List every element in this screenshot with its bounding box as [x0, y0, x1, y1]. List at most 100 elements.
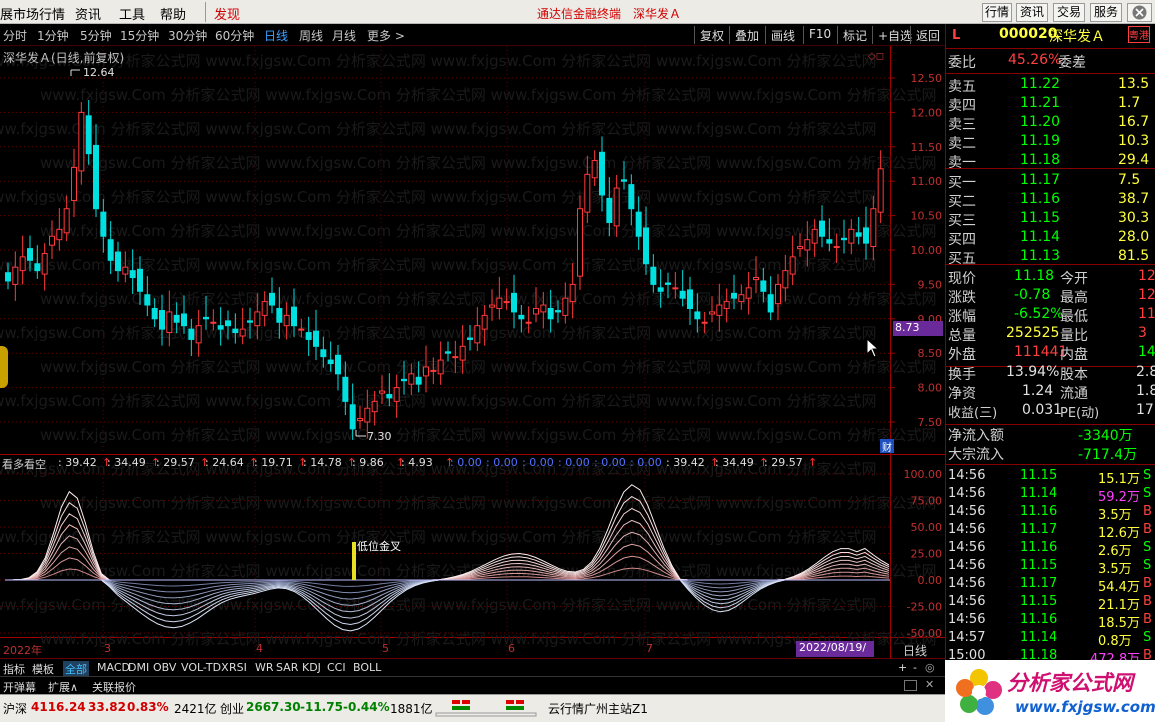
- tab-sar[interactable]: SAR: [276, 661, 298, 674]
- tick-row[interactable]: 14:57 11.14 0.8万 S: [948, 630, 1154, 649]
- tick-row[interactable]: 14:56 11.15 21.1万 B: [948, 594, 1154, 613]
- indicator-value: : 19.71: [254, 456, 293, 469]
- menu-discover[interactable]: 发现: [214, 4, 240, 23]
- tab-all[interactable]: 全部: [63, 661, 89, 677]
- diamond-icon[interactable]: ◇◻: [868, 51, 884, 62]
- period-30min[interactable]: 30分钟: [168, 27, 207, 44]
- cursor-date-tag: 2022/08/19/五: [796, 641, 874, 669]
- tab-rsi[interactable]: RSI: [229, 661, 247, 674]
- candle-body: [371, 400, 378, 413]
- candle-body: [305, 332, 312, 340]
- settings-icon[interactable]: ◎: [925, 661, 935, 674]
- candle-body: [833, 246, 840, 249]
- bid-row[interactable]: 买三 11.15 30.3: [948, 210, 1154, 229]
- tick-row[interactable]: 14:56 11.17 54.4万 B: [948, 576, 1154, 595]
- overlay-button[interactable]: 叠加: [729, 26, 764, 44]
- tab-indicator[interactable]: 指标: [3, 661, 25, 677]
- period-15min[interactable]: 15分钟: [120, 27, 159, 44]
- window-close-icon[interactable]: ✕: [925, 678, 934, 691]
- service-button[interactable]: 服务: [1090, 3, 1122, 22]
- period-60min[interactable]: 60分钟: [215, 27, 254, 44]
- candle-body: [430, 369, 437, 372]
- draw-button[interactable]: 画线: [765, 26, 800, 44]
- candle-body: [203, 316, 209, 320]
- svg-text:www.fxjgsw.Com 分析家公式网 www.f: www.fxjgsw.Com 分析家公式网 www.fxjgsw.Com 分析家…: [40, 290, 937, 308]
- trade-button[interactable]: 交易: [1053, 3, 1085, 22]
- ask-row[interactable]: 卖二 11.19 10.3: [948, 133, 1154, 152]
- menu-help[interactable]: 帮助: [160, 4, 186, 23]
- candle-body: [291, 306, 297, 327]
- bid-row[interactable]: 买一 11.17 7.5: [948, 172, 1154, 191]
- tick-row[interactable]: 14:56 11.15 3.5万 S: [948, 558, 1154, 577]
- candle-body: [540, 304, 547, 313]
- candle-body: [870, 208, 877, 248]
- restore-right-button[interactable]: 复权: [694, 26, 729, 44]
- candle-body: [327, 359, 334, 365]
- zoom-in-button[interactable]: +: [898, 661, 907, 674]
- quote-button[interactable]: 行情: [982, 3, 1012, 22]
- bid-row[interactable]: 买四 11.14 28.0: [948, 229, 1154, 248]
- tab-dmi[interactable]: DMI: [128, 661, 149, 674]
- divider: [946, 168, 1155, 169]
- candle-body: [437, 359, 444, 375]
- tick-row[interactable]: 14:56 11.14 59.2万 S: [948, 486, 1154, 505]
- expand-button[interactable]: 扩展∧: [48, 679, 78, 695]
- close-icon[interactable]: [1127, 3, 1152, 22]
- sh-label[interactable]: 沪深: [3, 700, 27, 717]
- price-tick-label: 8.50: [918, 347, 943, 360]
- tick-row[interactable]: 14:56 11.16 18.5万 B: [948, 612, 1154, 631]
- mark-button[interactable]: 标记: [837, 26, 872, 44]
- tab-kdj[interactable]: KDJ: [302, 661, 321, 674]
- kline-chart[interactable]: www.fxjgsw.Com 分析家公式网 www.fxjgsw.Com 分析家…: [0, 46, 945, 658]
- tab-macd[interactable]: MACD: [97, 661, 130, 674]
- period-5min[interactable]: 5分钟: [80, 27, 112, 44]
- candle-body: [364, 407, 371, 423]
- tab-obv[interactable]: OBV: [153, 661, 176, 674]
- restore-icon[interactable]: [904, 680, 917, 691]
- date-label-year: 2022年: [3, 644, 42, 657]
- indicator-tabs: 指标 模板 全部 MACD DMI OBV VOL-TDX RSI WR SAR…: [0, 658, 945, 677]
- period-1min[interactable]: 1分钟: [37, 27, 69, 44]
- candle-body: [643, 227, 649, 265]
- candle-body: [5, 272, 11, 282]
- tick-row[interactable]: 14:56 11.17 12.6万 B: [948, 522, 1154, 541]
- tab-template[interactable]: 模板: [32, 661, 54, 677]
- left-expand-handle[interactable]: [0, 346, 8, 388]
- ask-row[interactable]: 卖三 11.20 16.7: [948, 114, 1154, 133]
- back-button[interactable]: 返回: [910, 26, 945, 44]
- period-fenshi[interactable]: 分时: [3, 27, 27, 44]
- danmu-toggle[interactable]: 开弹幕: [3, 679, 36, 695]
- tick-row[interactable]: 14:56 11.16 2.6万 S: [948, 540, 1154, 559]
- menu-news[interactable]: 资讯: [75, 4, 101, 23]
- period-daily[interactable]: 日线: [264, 27, 288, 44]
- date-label-mar: 3: [104, 642, 111, 655]
- candle-body: [408, 373, 415, 385]
- ask-row[interactable]: 卖四 11.21 1.7: [948, 95, 1154, 114]
- finance-tag[interactable]: 财: [880, 439, 894, 454]
- tab-boll[interactable]: BOLL: [353, 661, 381, 674]
- signal-label: 低位金叉: [357, 540, 401, 553]
- menu-market[interactable]: 展市场行情: [0, 4, 65, 23]
- ask-volume: 10.3: [1118, 133, 1150, 149]
- cy-label[interactable]: 创业: [220, 700, 244, 717]
- period-weekly[interactable]: 周线: [299, 27, 323, 44]
- menu-tools[interactable]: 工具: [119, 4, 145, 23]
- f10-button[interactable]: F10: [803, 26, 836, 44]
- bid-row[interactable]: 买二 11.16 38.7: [948, 191, 1154, 210]
- server-label[interactable]: 云行情广州主站Z1: [548, 700, 648, 717]
- period-more[interactable]: 更多 >: [367, 27, 405, 44]
- stat-label-2: 量比: [1060, 328, 1088, 344]
- zoom-out-button[interactable]: -: [913, 661, 917, 674]
- related-quote-button[interactable]: 关联报价: [92, 679, 136, 695]
- price-tick-label: 9.50: [918, 278, 943, 291]
- chart-area[interactable]: www.fxjgsw.Com 分析家公式网 www.fxjgsw.Com 分析家…: [0, 46, 945, 669]
- tick-row[interactable]: 14:56 11.16 3.5万 B: [948, 504, 1154, 523]
- news-button[interactable]: 资讯: [1016, 3, 1048, 22]
- ask-row[interactable]: 卖五 11.22 13.5: [948, 76, 1154, 95]
- tick-row[interactable]: 14:56 11.15 15.1万 S: [948, 468, 1154, 487]
- tab-vol-tdx[interactable]: VOL-TDX: [181, 661, 229, 674]
- period-monthly[interactable]: 月线: [332, 27, 356, 44]
- tab-cci[interactable]: CCI: [327, 661, 346, 674]
- stat-value-2: 11: [1138, 306, 1155, 322]
- tab-wr[interactable]: WR: [255, 661, 274, 674]
